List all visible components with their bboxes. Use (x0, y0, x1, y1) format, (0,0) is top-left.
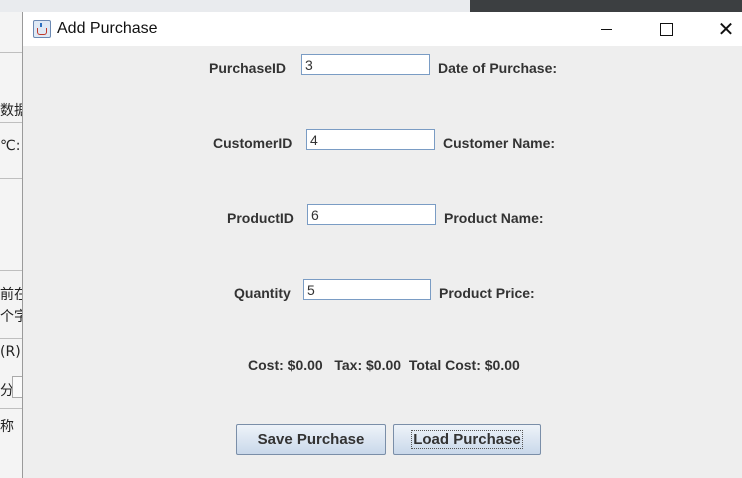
product-price-label: Product Price: (439, 285, 535, 301)
cost-summary: Cost: $0.00 Tax: $0.00 Total Cost: $0.00 (248, 357, 520, 373)
purchase-id-field[interactable] (301, 54, 430, 75)
background-left-panel: 数据 ℃: 前在 个字 (R) 分 称 (0, 12, 24, 478)
java-icon-steam (40, 23, 42, 27)
save-purchase-button[interactable]: Save Purchase (236, 424, 386, 455)
customer-name-label: Customer Name: (443, 135, 556, 151)
background-text: 称 (0, 419, 14, 435)
customer-id-field[interactable] (306, 129, 435, 150)
close-button[interactable]: ✕ (703, 12, 742, 46)
background-divider (0, 408, 22, 409)
quantity-label: Quantity (234, 285, 291, 301)
title-bar[interactable]: Add Purchase ✕ (23, 12, 742, 46)
background-divider (0, 338, 22, 339)
purchase-id-label: PurchaseID (209, 60, 287, 76)
background-text: (R) (0, 344, 21, 360)
product-id-label: ProductID (227, 210, 294, 226)
background-divider (0, 52, 22, 53)
maximize-icon (659, 22, 673, 36)
background-text: 个字 (0, 309, 22, 325)
load-purchase-button[interactable]: Load Purchase (393, 424, 541, 455)
minimize-icon (600, 28, 612, 30)
save-purchase-label: Save Purchase (257, 431, 365, 448)
background-text: 数据 (0, 103, 22, 119)
load-purchase-label: Load Purchase (411, 430, 523, 449)
background-ide-tabs (470, 0, 742, 12)
minimize-button[interactable] (583, 12, 629, 46)
date-of-purchase-label: Date of Purchase: (438, 60, 558, 76)
background-text: 前在 (0, 287, 22, 303)
quantity-field[interactable] (303, 279, 431, 300)
customer-id-label: CustomerID (213, 135, 293, 151)
background-text: ℃: (0, 138, 21, 154)
background-divider (0, 122, 22, 123)
background-divider (0, 270, 22, 271)
maximize-button[interactable] (643, 12, 689, 46)
background-divider (0, 178, 22, 179)
add-purchase-window: Add Purchase ✕ PurchaseID Date of Purcha… (22, 12, 742, 478)
window-title: Add Purchase (57, 20, 158, 37)
close-icon: ✕ (717, 17, 735, 41)
product-name-label: Product Name: (444, 210, 544, 226)
java-icon-cup (37, 28, 47, 35)
java-icon (33, 20, 51, 38)
product-id-field[interactable] (307, 204, 436, 225)
